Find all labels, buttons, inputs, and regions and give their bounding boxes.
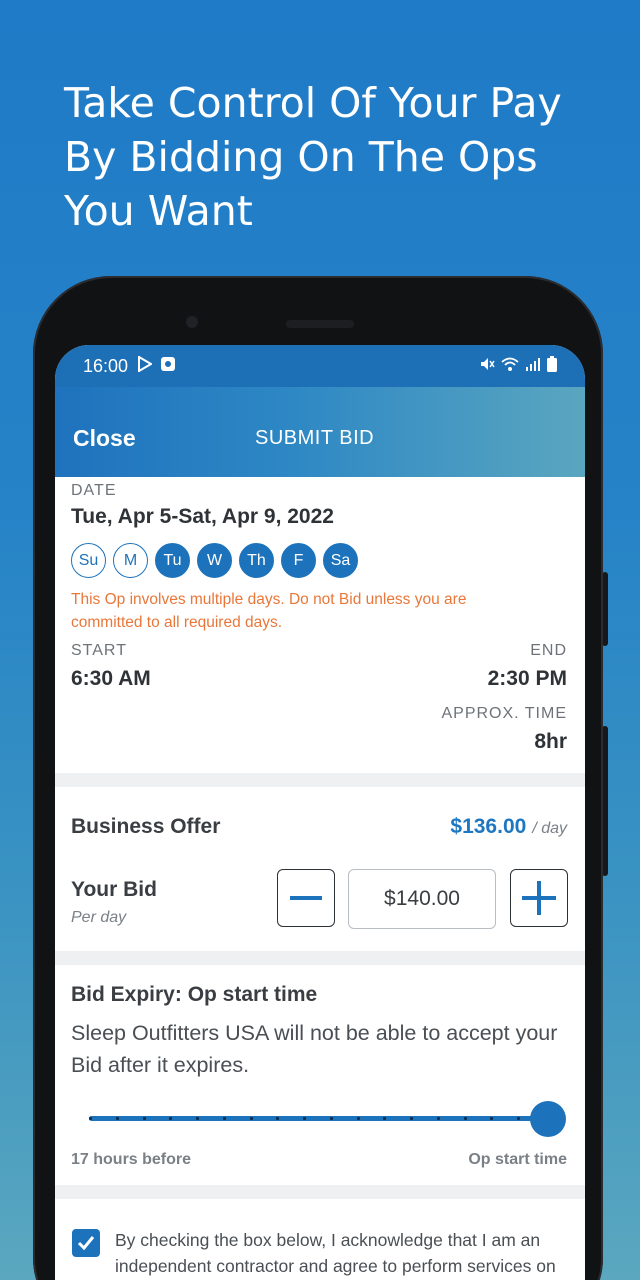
business-offer-unit: / day [532, 820, 567, 837]
slider-tick [463, 1117, 467, 1120]
day-chip: Tu [155, 543, 190, 578]
decrease-bid-button[interactable] [277, 869, 335, 927]
business-offer-price: $136.00 / day [450, 815, 567, 839]
business-offer-value: $136.00 [450, 815, 527, 838]
day-chip: W [197, 543, 232, 578]
minus-icon [290, 896, 322, 900]
slider-tick [222, 1117, 226, 1120]
acknowledgement-text: By checking the box below, I acknowledge… [115, 1230, 556, 1276]
slider-thumb[interactable] [530, 1101, 566, 1137]
op-details-card: DATE Tue, Apr 5-Sat, Apr 9, 2022 Su M Tu… [55, 477, 585, 773]
acknowledgement-card: By checking the box below, I acknowledge… [55, 1199, 585, 1280]
date-label: DATE [71, 482, 117, 499]
wifi-icon [501, 356, 519, 376]
multi-day-warning: This Op involves multiple days. Do not B… [71, 591, 467, 631]
bid-amount-input[interactable] [348, 869, 496, 929]
slider-tick [89, 1117, 92, 1120]
slider-tick [169, 1117, 173, 1120]
bid-expiry-title: Bid Expiry: Op start time [71, 983, 318, 1006]
day-chip: M [113, 543, 148, 578]
section-divider [55, 951, 585, 965]
end-value: 2:30 PM [487, 667, 567, 690]
end-label: END [530, 642, 567, 659]
day-chip: F [281, 543, 316, 578]
approx-time-label: APPROX. TIME [441, 705, 567, 722]
status-bar: 16:00 [55, 345, 585, 387]
slider-tick [276, 1117, 280, 1120]
section-divider [55, 773, 585, 787]
day-chip: Sa [323, 543, 358, 578]
start-value: 6:30 AM [71, 667, 151, 690]
bid-expiry-card: Bid Expiry: Op start time Sleep Outfitte… [55, 965, 585, 1185]
phone-camera [186, 316, 198, 328]
bid-card: Business Offer $136.00 / day Your Bid Pe… [55, 787, 585, 951]
slider-tick [115, 1117, 119, 1120]
slider-tick [517, 1117, 521, 1120]
slider-tick [383, 1117, 387, 1120]
headline: Take Control Of Your Pay By Bidding On T… [64, 79, 562, 235]
bid-expiry-slider[interactable] [89, 1101, 566, 1137]
mute-icon [479, 356, 495, 376]
notification-icon [160, 356, 176, 377]
phone-screen: 16:00 Close SUBMIT BID DATE Tue, Apr 5-S… [55, 345, 585, 1280]
play-store-icon [138, 354, 154, 377]
slider-tick [142, 1117, 146, 1120]
your-bid-label: Your Bid [71, 878, 157, 901]
approx-time-value: 8hr [534, 730, 567, 753]
app-bar: Close SUBMIT BID [55, 387, 585, 477]
status-time: 16:00 [83, 355, 129, 376]
phone-speaker [286, 320, 354, 328]
acknowledge-checkbox[interactable] [72, 1229, 100, 1257]
slider-max-label: Op start time [468, 1151, 567, 1168]
slider-tick [356, 1117, 360, 1120]
section-divider [55, 1185, 585, 1199]
signal-icon [525, 356, 541, 376]
day-selector: Su M Tu W Th F Sa [71, 543, 358, 578]
page-title: SUBMIT BID [255, 427, 375, 449]
slider-tick [410, 1117, 414, 1120]
slider-ticks [89, 1117, 547, 1120]
business-offer-label: Business Offer [71, 815, 221, 838]
bid-expiry-description: Sleep Outfitters USA will not be able to… [71, 1021, 558, 1077]
slider-tick [196, 1117, 200, 1120]
slider-tick [329, 1117, 333, 1120]
slider-min-label: 17 hours before [71, 1151, 192, 1168]
date-value: Tue, Apr 5-Sat, Apr 9, 2022 [71, 505, 334, 528]
battery-icon [547, 356, 557, 376]
close-button[interactable]: Close [73, 425, 136, 452]
increase-bid-button[interactable] [510, 869, 568, 927]
slider-tick [436, 1117, 440, 1120]
your-bid-sublabel: Per day [71, 909, 127, 926]
slider-tick [303, 1117, 307, 1120]
slider-tick [490, 1117, 494, 1120]
start-label: START [71, 642, 127, 659]
checkmark-icon [77, 1236, 95, 1251]
slider-tick [249, 1117, 253, 1120]
day-chip: Th [239, 543, 274, 578]
day-chip: Su [71, 543, 106, 578]
plus-icon [522, 881, 556, 915]
